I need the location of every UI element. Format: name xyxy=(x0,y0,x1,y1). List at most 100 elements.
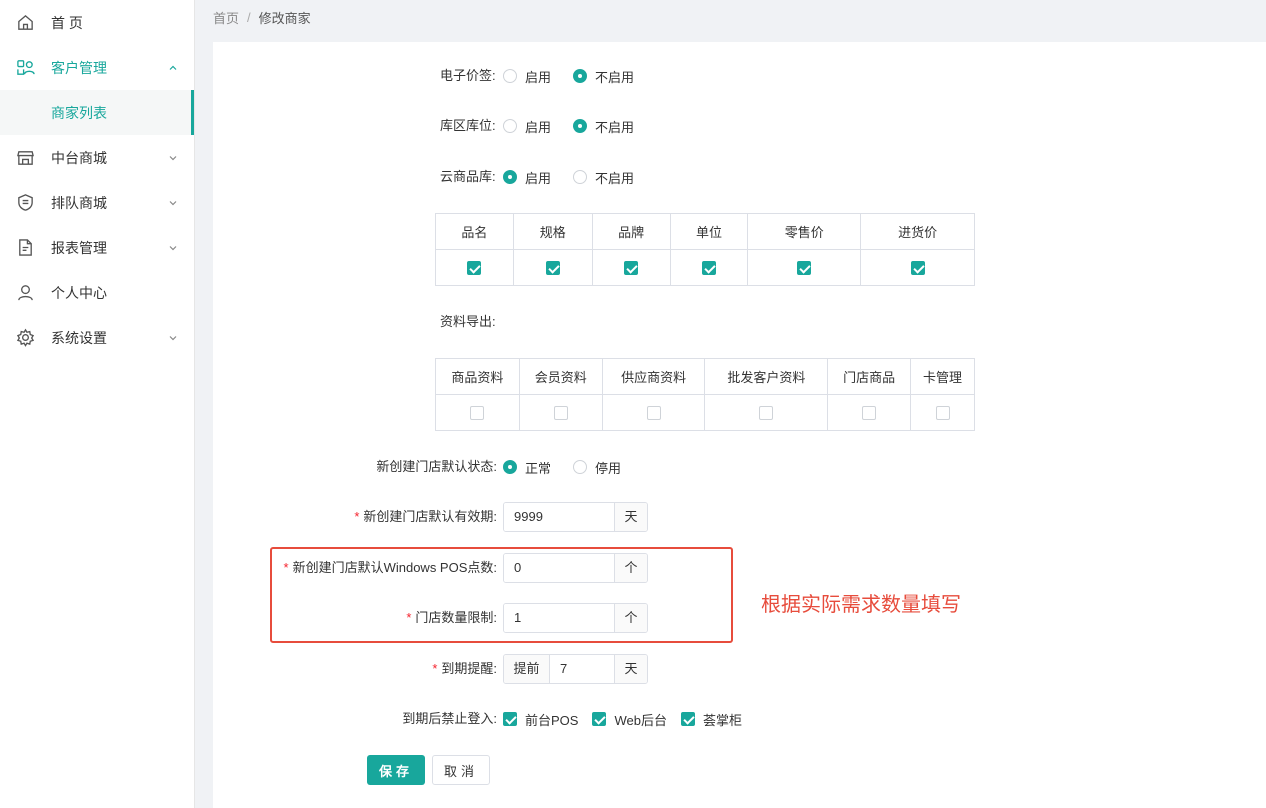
report-icon xyxy=(15,238,35,258)
cancel-button[interactable]: 取消 xyxy=(432,755,490,785)
breadcrumb-separator: / xyxy=(247,10,251,25)
export-goods-checkbox[interactable] xyxy=(470,406,485,421)
store-limit-input[interactable]: 1 xyxy=(504,604,614,632)
chevron-down-icon xyxy=(169,200,177,205)
home-icon xyxy=(15,13,35,33)
table-header: 批发客户资料 xyxy=(704,358,829,395)
table-cell xyxy=(512,249,593,286)
warehouse-radio-on[interactable]: 启用 xyxy=(503,117,551,136)
table-cell xyxy=(910,394,975,431)
store-limit-label-text: 门店数量限制: xyxy=(415,610,497,625)
pos-points-label: * 新创建门店默认Windows POS点数: xyxy=(284,553,497,583)
field-name-checkbox[interactable] xyxy=(467,261,482,276)
warehouse-radio-off[interactable]: 不启用 xyxy=(573,117,634,136)
export-member-checkbox[interactable] xyxy=(553,406,568,421)
sidebar-item-label: 系统设置 xyxy=(51,329,107,346)
pos-points-input[interactable]: 0 xyxy=(504,554,614,582)
sidebar-item-queue[interactable]: 排队商城 xyxy=(0,180,194,225)
save-button[interactable]: 保存 xyxy=(367,755,425,785)
warehouse-label: 库区库位: xyxy=(440,118,496,133)
field-retail-price-checkbox[interactable] xyxy=(797,261,812,276)
validity-input-group: 9999 天 xyxy=(503,502,648,532)
cloud-label: 云商品库: xyxy=(440,169,496,184)
sidebar-item-merchant-list[interactable]: 商家列表 xyxy=(0,90,194,135)
expiry-ban-web-checkbox[interactable] xyxy=(592,712,607,726)
expiry-ban-web-option[interactable]: Web后台 xyxy=(592,710,667,729)
sidebar-item-reports[interactable]: 报表管理 xyxy=(0,225,194,270)
table-header: 进货价 xyxy=(860,213,975,250)
sidebar-item-home[interactable]: 首 页 xyxy=(0,0,194,45)
required-mark: * xyxy=(406,610,412,625)
cloud-fields-table: 品名 规格 品牌 单位 零售价 进货价 xyxy=(435,213,975,286)
chevron-up-icon xyxy=(169,65,177,70)
store-status-radio-group: 正常 停用 xyxy=(503,452,635,482)
sidebar-item-profile[interactable]: 个人中心 xyxy=(0,270,194,315)
validity-input[interactable]: 9999 xyxy=(504,503,614,531)
export-card-checkbox[interactable] xyxy=(935,406,950,421)
expiry-ban-huizhanggui-checkbox[interactable] xyxy=(680,712,695,726)
expiry-ban-pos-label: 前台POS xyxy=(525,712,579,728)
table-header: 零售价 xyxy=(747,213,862,250)
field-purchase-price-checkbox[interactable] xyxy=(910,261,925,276)
expiry-ban-huizhanggui-option[interactable]: 荟掌柜 xyxy=(680,710,742,729)
pos-points-unit: 个 xyxy=(614,554,647,582)
required-mark: * xyxy=(283,560,289,575)
shield-icon xyxy=(15,193,35,213)
export-supplier-checkbox[interactable] xyxy=(646,406,661,421)
sidebar: 首 页 客户管理 商家列表 中台商城 排队商城 报表管理 个人中心 系统设置 xyxy=(0,0,195,808)
expiry-remind-label: * 到期提醒: xyxy=(432,654,497,684)
sidebar-item-label: 个人中心 xyxy=(51,284,107,301)
table-header: 规格 xyxy=(512,213,593,250)
field-brand-checkbox[interactable] xyxy=(624,261,639,276)
expiry-ban-pos-checkbox[interactable] xyxy=(503,712,517,726)
sidebar-item-settings[interactable]: 系统设置 xyxy=(0,315,194,360)
sidebar-item-label: 客户管理 xyxy=(51,59,107,76)
table-cell xyxy=(747,249,862,286)
expiry-ban-pos-option[interactable]: 前台POS xyxy=(503,710,578,729)
sidebar-item-label: 报表管理 xyxy=(51,239,107,256)
validity-unit: 天 xyxy=(614,503,647,531)
store-status-label: 新创建门店默认状态: xyxy=(376,459,497,474)
table-header: 会员资料 xyxy=(518,358,603,395)
store-status-normal-label: 正常 xyxy=(525,460,552,476)
export-store-goods-checkbox[interactable] xyxy=(862,406,877,421)
required-mark: * xyxy=(354,509,360,524)
esl-radio-on[interactable]: 启用 xyxy=(503,67,551,86)
table-row xyxy=(435,394,975,431)
validity-label: * 新创建门店默认有效期: xyxy=(354,502,497,532)
table-header: 品名 xyxy=(435,213,514,250)
customer-icon xyxy=(15,58,35,78)
expiry-remind-label-text: 到期提醒: xyxy=(441,661,497,676)
store-limit-label: * 门店数量限制: xyxy=(406,603,497,633)
pos-points-label-text: 新创建门店默认Windows POS点数: xyxy=(292,560,497,575)
store-status-stop-label: 停用 xyxy=(595,460,622,476)
expiry-remind-unit: 天 xyxy=(614,655,647,683)
breadcrumb-home-link[interactable]: 首页 xyxy=(213,8,239,27)
store-limit-unit: 个 xyxy=(614,604,647,632)
sidebar-item-midstore[interactable]: 中台商城 xyxy=(0,135,194,180)
export-wholesale-checkbox[interactable] xyxy=(759,406,774,421)
expiry-ban-label: 到期后禁止登入: xyxy=(402,711,497,726)
warehouse-radio-group: 启用 不启用 xyxy=(503,111,648,141)
table-row xyxy=(435,249,975,286)
chevron-down-icon xyxy=(169,245,177,250)
store-status-radio-stop[interactable]: 停用 xyxy=(573,458,621,477)
esl-label: 电子价签: xyxy=(440,68,496,83)
field-unit-checkbox[interactable] xyxy=(701,261,716,276)
cloud-radio-on[interactable]: 启用 xyxy=(503,168,551,187)
sidebar-item-label: 排队商城 xyxy=(51,194,107,211)
field-spec-checkbox[interactable] xyxy=(545,261,560,276)
esl-radio-off[interactable]: 不启用 xyxy=(573,67,634,86)
sidebar-item-label: 中台商城 xyxy=(51,149,107,166)
store-status-radio-normal[interactable]: 正常 xyxy=(503,458,551,477)
sidebar-item-customer[interactable]: 客户管理 xyxy=(0,45,194,90)
export-label: 资料导出: xyxy=(440,314,496,329)
pos-points-input-group: 0 个 xyxy=(503,553,648,583)
expiry-remind-input[interactable]: 7 xyxy=(550,655,614,683)
esl-radio-off-label: 不启用 xyxy=(595,69,635,85)
cloud-radio-off[interactable]: 不启用 xyxy=(573,168,634,187)
table-header: 供应商资料 xyxy=(601,358,706,395)
sidebar-subitem-label: 商家列表 xyxy=(51,104,107,121)
sidebar-item-label: 首 页 xyxy=(51,14,83,31)
warehouse-radio-on-label: 启用 xyxy=(525,119,552,135)
